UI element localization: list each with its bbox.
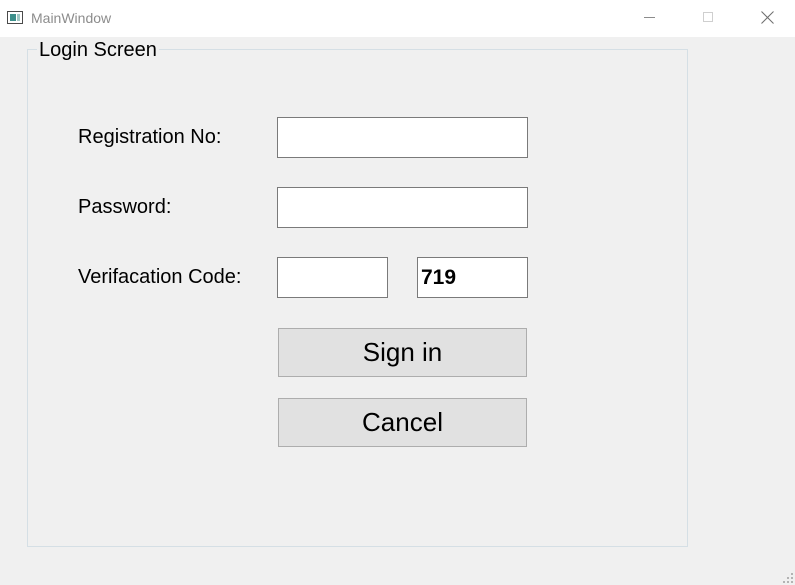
close-icon: [761, 11, 774, 24]
verification-code-input[interactable]: [277, 257, 388, 298]
cancel-button[interactable]: Cancel: [278, 398, 527, 447]
close-button[interactable]: [738, 0, 795, 37]
minimize-icon: [644, 17, 655, 18]
registration-input[interactable]: [277, 117, 528, 158]
group-title: Login Screen: [37, 39, 159, 62]
resize-grip[interactable]: [783, 573, 793, 583]
verification-code-display: 719: [417, 257, 528, 298]
window-title: MainWindow: [31, 10, 112, 26]
password-label: Password:: [78, 196, 172, 218]
sign-in-button[interactable]: Sign in: [278, 328, 527, 377]
app-window-icon: [7, 11, 23, 24]
title-bar: MainWindow: [0, 0, 795, 37]
verification-label: Verifacation Code:: [78, 266, 242, 288]
maximize-button[interactable]: [679, 0, 737, 37]
registration-label: Registration No:: [78, 126, 222, 148]
minimize-button[interactable]: [620, 0, 678, 37]
password-input[interactable]: [277, 187, 528, 228]
maximize-icon: [703, 12, 713, 22]
